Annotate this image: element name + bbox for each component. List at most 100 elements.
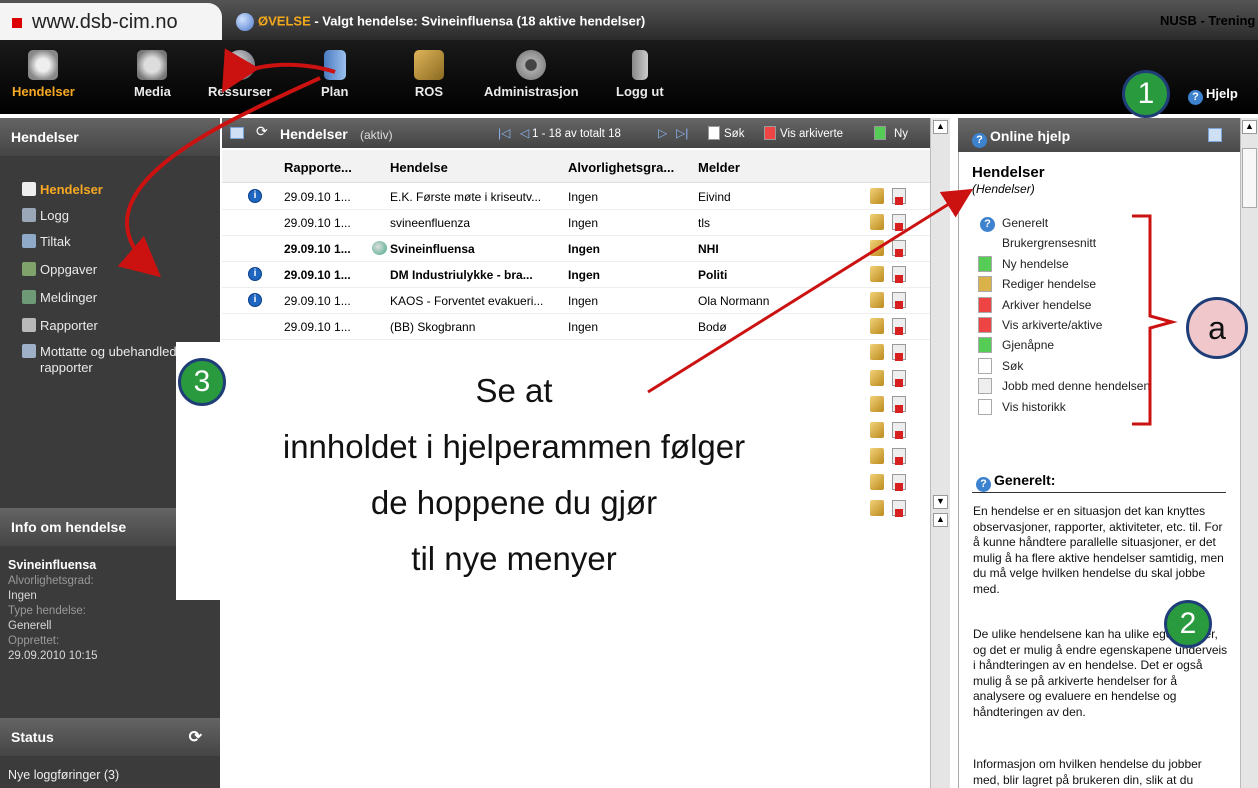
- archive-icon[interactable]: [892, 474, 906, 491]
- pager-next-icon[interactable]: ▷: [658, 126, 667, 140]
- help-link-item[interactable]: Arkiver hendelse: [1002, 298, 1091, 312]
- help-link-item[interactable]: Ny hendelse: [1002, 257, 1069, 271]
- menu-administrasjon[interactable]: Administrasjon: [484, 50, 579, 99]
- cell-reporter: Eivind: [698, 190, 731, 204]
- edit-icon[interactable]: [870, 240, 884, 256]
- status-item[interactable]: Nye loggføringer (3): [8, 768, 119, 782]
- cell-event: KAOS - Forventet evakueri...: [390, 294, 544, 308]
- scroll-down-icon[interactable]: ▼: [933, 495, 948, 509]
- sidebar-item-hendelser[interactable]: Hendelser: [22, 182, 103, 197]
- edit-icon[interactable]: [870, 214, 884, 230]
- sidebar-item-mottatte[interactable]: Mottatte og ubehandlede: [22, 344, 184, 359]
- help-link-item[interactable]: Vis arkiverte/aktive: [1002, 318, 1102, 332]
- table-row[interactable]: 29.09.10 1... Svineinfluensa Ingen NHI: [222, 236, 930, 262]
- archive-icon[interactable]: [892, 266, 906, 283]
- help-paragraph-1: En hendelse er en situasjon det kan knyt…: [973, 504, 1224, 596]
- archive-icon[interactable]: [892, 188, 906, 205]
- scroll-up-icon[interactable]: ▲: [1242, 120, 1257, 134]
- archive-icon[interactable]: [892, 396, 906, 413]
- table-row[interactable]: i 29.09.10 1... KAOS - Forventet evakueri.…: [222, 288, 930, 314]
- pager-prev-icon[interactable]: ◁: [520, 126, 529, 140]
- help-link-item[interactable]: Vis historikk: [1002, 400, 1066, 414]
- info-icon[interactable]: i: [248, 293, 262, 307]
- archive-icon[interactable]: [892, 344, 906, 361]
- menu-logg-ut[interactable]: Logg ut: [616, 50, 664, 99]
- archive-icon[interactable]: [892, 448, 906, 465]
- search-icon: [978, 357, 992, 374]
- new-icon: [874, 126, 886, 140]
- sidebar-item-tiltak[interactable]: Tiltak: [22, 234, 71, 249]
- sidebar-title: Hendelser: [0, 118, 220, 156]
- help-link-item[interactable]: Brukergrensesnitt: [1002, 236, 1096, 250]
- edit-icon[interactable]: [870, 500, 884, 516]
- url-tab[interactable]: www.dsb-cim.no: [0, 3, 222, 40]
- archive-icon[interactable]: [892, 500, 906, 517]
- col-event[interactable]: Hendelse: [390, 160, 448, 175]
- help-link-item[interactable]: Jobb med denne hendelsen: [1002, 379, 1150, 393]
- archive-icon: [978, 317, 992, 333]
- edit-icon[interactable]: [870, 396, 884, 412]
- row-actions: [870, 344, 906, 363]
- cell-event: svineenfluenza: [390, 216, 471, 230]
- events-scrollbar[interactable]: ▲ ▼ ▲: [930, 118, 950, 788]
- pager-last-icon[interactable]: ▷|: [676, 126, 688, 140]
- table-row[interactable]: i 29.09.10 1... DM Industriulykke - bra...…: [222, 262, 930, 288]
- scroll-up-icon[interactable]: ▲: [933, 513, 948, 527]
- info-icon[interactable]: i: [248, 189, 262, 203]
- row-actions: [870, 292, 906, 311]
- col-severity[interactable]: Alvorlighetsgra...: [568, 160, 674, 175]
- refresh-icon[interactable]: ⟳: [256, 123, 268, 140]
- sidebar-item-logg[interactable]: Logg: [22, 208, 69, 223]
- archive-icon[interactable]: [892, 370, 906, 387]
- edit-icon[interactable]: [870, 422, 884, 438]
- archive-icon[interactable]: [892, 214, 906, 231]
- refresh-icon[interactable]: ⟳: [189, 727, 202, 747]
- new-button[interactable]: Ny: [894, 128, 908, 140]
- edit-icon[interactable]: [870, 448, 884, 464]
- help-scrollbar[interactable]: ▲: [1240, 118, 1258, 788]
- gear-icon: [516, 50, 547, 80]
- sidebar-item-meldinger[interactable]: Meldinger: [22, 290, 97, 305]
- help-link[interactable]: ? Hjelp: [1188, 86, 1238, 105]
- book-icon: [323, 50, 346, 80]
- sidebar-item-rapporter[interactable]: Rapporter: [22, 318, 98, 333]
- table-row[interactable]: 29.09.10 1... svineenfluenza Ingen tls: [222, 210, 930, 236]
- help-link-item[interactable]: Rediger hendelse: [1002, 277, 1096, 291]
- menu-ressurser[interactable]: Ressurser: [208, 50, 272, 99]
- edit-icon[interactable]: [870, 292, 884, 308]
- archive-icon[interactable]: [892, 240, 906, 257]
- edit-icon[interactable]: [870, 344, 884, 360]
- pager-first-icon[interactable]: |◁: [498, 126, 510, 140]
- info-icon[interactable]: i: [248, 267, 262, 281]
- edit-icon[interactable]: [870, 266, 884, 282]
- scroll-up-icon[interactable]: ▲: [933, 120, 948, 134]
- sidebar-item-oppgaver[interactable]: Oppgaver: [22, 262, 97, 277]
- cell-reporter: Politi: [698, 268, 728, 282]
- edit-icon[interactable]: [870, 370, 884, 386]
- menu-ros[interactable]: ROS: [414, 50, 444, 99]
- show-archived-button[interactable]: Vis arkiverte: [780, 128, 843, 140]
- help-title: Hendelser: [972, 164, 1045, 181]
- archive-icon[interactable]: [892, 318, 906, 335]
- help-link-item[interactable]: Gjenåpne: [1002, 338, 1054, 352]
- col-date[interactable]: Rapporte...: [284, 160, 352, 175]
- scroll-thumb[interactable]: [1242, 148, 1257, 208]
- edit-icon[interactable]: [870, 474, 884, 490]
- search-icon: [708, 126, 720, 140]
- menu-hendelser[interactable]: Hendelser: [12, 50, 75, 99]
- table-row[interactable]: 29.09.10 1... (BB) Skogbrann Ingen Bodø: [222, 314, 930, 340]
- edit-icon[interactable]: [870, 188, 884, 204]
- archive-icon[interactable]: [892, 422, 906, 439]
- window-icon[interactable]: [1208, 128, 1222, 142]
- archive-icon[interactable]: [892, 292, 906, 309]
- col-reporter[interactable]: Melder: [698, 160, 740, 175]
- menu-media[interactable]: Media: [134, 50, 171, 99]
- menu-plan[interactable]: Plan: [321, 50, 348, 99]
- search-button[interactable]: Søk: [724, 128, 744, 140]
- callout-line-3: de hoppene du gjør: [370, 484, 658, 521]
- help-link-item[interactable]: Søk: [1002, 359, 1023, 373]
- info-severity-label: Alvorlighetsgrad:: [8, 575, 94, 587]
- help-link-item[interactable]: Generelt: [1002, 216, 1048, 230]
- edit-icon[interactable]: [870, 318, 884, 334]
- table-row[interactable]: i 29.09.10 1... E.K. Første møte i kriseut…: [222, 184, 930, 210]
